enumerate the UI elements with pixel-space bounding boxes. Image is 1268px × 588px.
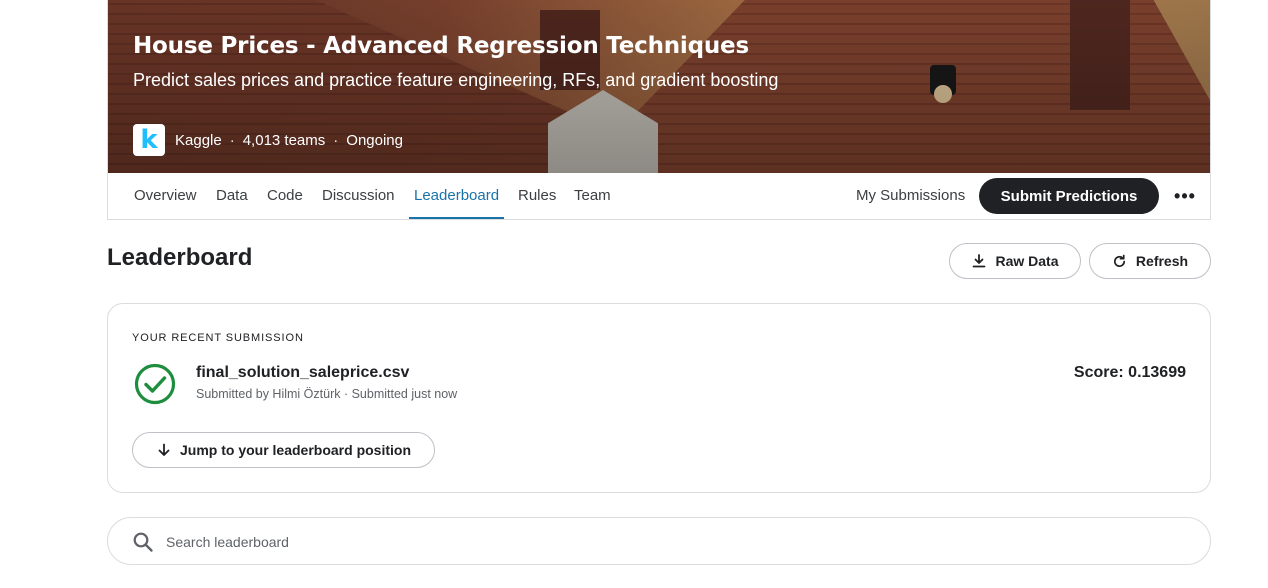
raw-data-button[interactable]: Raw Data bbox=[949, 243, 1081, 279]
competition-title: House Prices - Advanced Regression Techn… bbox=[133, 33, 749, 59]
jump-to-position-button[interactable]: Jump to your leaderboard position bbox=[132, 432, 435, 468]
recent-submission-heading: YOUR RECENT SUBMISSION bbox=[132, 332, 304, 344]
competition-header: House Prices - Advanced Regression Techn… bbox=[107, 0, 1211, 220]
arrow-down-icon bbox=[156, 442, 172, 458]
tab-code[interactable]: Code bbox=[267, 173, 303, 219]
search-bar[interactable] bbox=[107, 517, 1211, 565]
meta-separator: · bbox=[333, 131, 339, 149]
tab-leaderboard[interactable]: Leaderboard bbox=[408, 173, 505, 219]
tab-data[interactable]: Data bbox=[216, 173, 248, 219]
submission-meta: Submitted by Hilmi Öztürk · Submitted ju… bbox=[196, 387, 458, 401]
team-count: 4,013 teams bbox=[242, 131, 326, 149]
competition-meta: k Kaggle · 4,013 teams · Ongoing bbox=[133, 124, 403, 156]
competition-subtitle: Predict sales prices and practice featur… bbox=[133, 70, 779, 90]
competition-status: Ongoing bbox=[346, 131, 403, 149]
refresh-icon bbox=[1112, 253, 1128, 269]
host-name[interactable]: Kaggle bbox=[175, 132, 222, 149]
tab-overview[interactable]: Overview bbox=[134, 173, 197, 219]
competition-banner: House Prices - Advanced Regression Techn… bbox=[108, 0, 1210, 173]
meta-separator: · bbox=[229, 131, 235, 149]
more-horizontal-icon[interactable]: ••• bbox=[1171, 178, 1199, 214]
submission-score: Score: 0.13699 bbox=[1073, 364, 1186, 381]
submission-filename[interactable]: final_solution_saleprice.csv bbox=[196, 364, 409, 382]
refresh-label: Refresh bbox=[1135, 253, 1189, 269]
check-circle-icon bbox=[134, 363, 176, 405]
search-input[interactable] bbox=[166, 528, 1166, 556]
tab-team[interactable]: Team bbox=[574, 173, 611, 219]
my-submissions-link[interactable]: My Submissions bbox=[856, 173, 965, 219]
raw-data-label: Raw Data bbox=[995, 253, 1059, 269]
refresh-button[interactable]: Refresh bbox=[1089, 243, 1211, 279]
jump-label: Jump to your leaderboard position bbox=[179, 442, 412, 458]
recent-submission-card: YOUR RECENT SUBMISSION final_solution_sa… bbox=[107, 303, 1211, 493]
tab-rules[interactable]: Rules bbox=[518, 173, 556, 219]
competition-nav: Overview Data Code Discussion Leaderboar… bbox=[108, 173, 1210, 219]
page-title: Leaderboard bbox=[107, 244, 253, 271]
download-icon bbox=[971, 253, 987, 269]
kaggle-logo[interactable]: k bbox=[133, 124, 165, 156]
search-icon bbox=[133, 532, 153, 552]
tab-discussion[interactable]: Discussion bbox=[322, 173, 395, 219]
submit-predictions-button[interactable]: Submit Predictions bbox=[979, 178, 1159, 214]
